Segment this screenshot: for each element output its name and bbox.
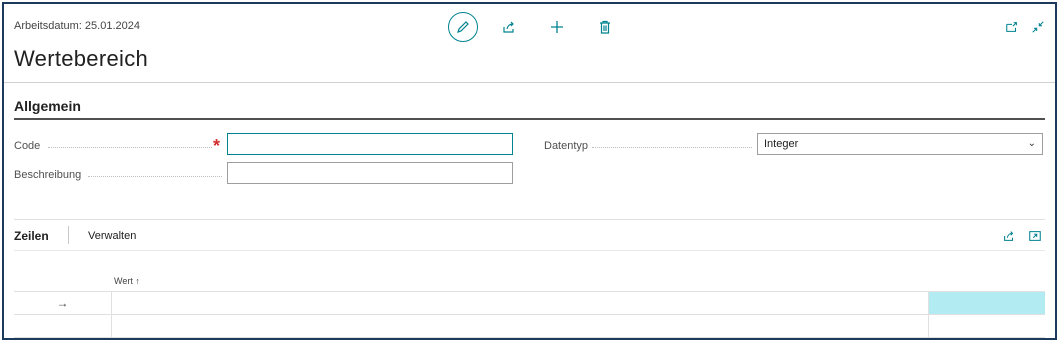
action-bar: [448, 12, 620, 42]
code-leader-dots: [48, 147, 212, 149]
row-indicator-arrow-icon: →: [14, 292, 112, 314]
share-icon: [1004, 231, 1014, 241]
table-row[interactable]: [14, 314, 1045, 338]
expand-icon: [1029, 231, 1041, 241]
lines-grid: →: [14, 291, 1045, 338]
open-in-new-window-icon: [1006, 22, 1017, 32]
code-field[interactable]: [227, 133, 513, 155]
header-divider: [4, 82, 1055, 83]
tab-verwalten[interactable]: Verwalten: [88, 230, 136, 242]
plus-icon: [551, 21, 563, 33]
subpage-expand-button[interactable]: [1027, 228, 1043, 244]
open-new-window-button[interactable]: [1003, 18, 1021, 36]
work-date: Arbeitsdatum: 25.01.2024: [14, 20, 140, 32]
active-cell[interactable]: [929, 292, 1045, 314]
share-button[interactable]: [494, 12, 524, 42]
section-divider: [14, 118, 1045, 120]
beschreibung-leader-dots: [88, 176, 222, 178]
beschreibung-label: Beschreibung: [14, 169, 82, 181]
code-label: Code: [14, 140, 41, 152]
subpage-header-divider: [14, 250, 1045, 251]
beschreibung-field[interactable]: [227, 162, 513, 184]
row-end-cell[interactable]: [929, 315, 1045, 337]
delete-button[interactable]: [590, 12, 620, 42]
edit-button[interactable]: [448, 12, 478, 42]
pencil-icon: [457, 21, 469, 33]
chevron-down-icon: ⌄: [1027, 138, 1036, 149]
datentyp-value: Integer: [764, 138, 799, 150]
datentyp-select[interactable]: Integer ⌄: [757, 133, 1043, 155]
required-indicator: *: [213, 136, 221, 156]
card-page: Arbeitsdatum: 25.01.2024 Wertebereich Al…: [2, 2, 1057, 340]
subpage-actions: [1001, 228, 1043, 244]
table-row[interactable]: →: [14, 291, 1045, 315]
tab-divider: [68, 226, 69, 244]
row-selector: [14, 315, 112, 337]
share-icon: [503, 21, 514, 33]
collapse-icon: [1032, 21, 1044, 33]
section-title: Allgemein: [14, 98, 81, 114]
datentyp-leader-dots: [592, 147, 752, 149]
page-title: Wertebereich: [14, 46, 149, 71]
trash-icon: [600, 20, 610, 34]
column-header-wert[interactable]: Wert ↑: [114, 276, 140, 286]
tab-zeilen[interactable]: Zeilen: [14, 229, 49, 243]
subpage-share-button[interactable]: [1001, 228, 1017, 244]
wert-cell[interactable]: [111, 292, 929, 314]
subpage-divider: [14, 219, 1045, 220]
new-button[interactable]: [542, 12, 572, 42]
datentyp-label: Datentyp: [544, 140, 589, 152]
window-actions: [1003, 18, 1047, 36]
collapse-button[interactable]: [1029, 18, 1047, 36]
wert-cell[interactable]: [111, 315, 929, 337]
